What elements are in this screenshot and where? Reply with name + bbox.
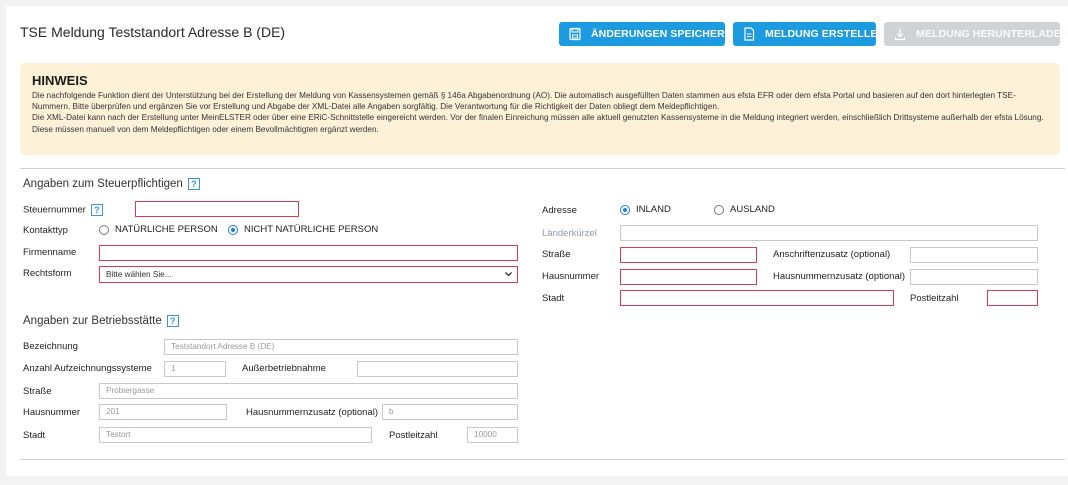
notice-title: HINWEIS [32,73,88,88]
radio-circle[interactable] [714,204,724,215]
strasse-input[interactable] [620,247,757,263]
steuernummer-label-text: Steuernummer [23,204,86,216]
site-stadt-input[interactable]: Testort [99,427,372,443]
save-changes-button[interactable]: ÄNDERUNGEN SPEICHERN [559,22,732,46]
rechtsform-selected-value: Bitte wählen Sie... [106,270,172,279]
rechtsform-label: Rechtsform [23,268,72,279]
radio-circle-selected[interactable] [228,224,238,235]
ausserbetriebnahme-input[interactable] [357,361,518,377]
ausserbetriebnahme-label: Außerbetriebnahme [242,363,326,374]
postleitzahl-label: Postleitzahl [910,293,959,304]
radio-label: AUSLAND [730,204,775,215]
taxpayer-section-label: Angaben zum Steuerpflichtigen [23,178,183,191]
site-section-label: Angaben zur Betriebsstätte [23,315,162,328]
radio-label: INLAND [636,204,671,215]
divider-top [20,168,1065,169]
notice-box: HINWEIS Die nachfolgende Funktion dient … [20,63,1060,155]
radio-label: NICHT NATÜRLICHE PERSON [244,224,379,235]
bezeichnung-label: Bezeichnung [23,341,78,352]
radio-inland[interactable]: INLAND [620,204,671,215]
steuernummer-label: Steuernummer? [23,204,103,216]
site-hausnummernzusatz-label: Hausnummernzusatz (optional) [246,407,379,418]
stadt-label: Stadt [542,293,565,304]
steuernummer-input[interactable] [135,201,299,217]
kontakttyp-label: Kontakttyp [23,225,68,236]
radio-natuerliche-person[interactable]: NATÜRLICHE PERSON [99,224,218,235]
radio-nicht-natuerliche-person[interactable]: NICHT NATÜRLICHE PERSON [228,224,378,235]
anzahl-label: Anzahl Aufzeichnungssysteme [23,363,152,374]
site-hausnummer-input[interactable]: 201 [99,404,227,420]
hausnummernzusatz-label: Hausnummernzusatz (optional) [773,271,906,282]
laenderkuerzel-input[interactable] [620,225,1038,241]
floppy-disk-icon [569,27,581,41]
adresse-label: Adresse [542,205,577,216]
save-changes-label: ÄNDERUNGEN SPEICHERN [591,28,733,40]
create-report-label: MELDUNG ERSTELLEN [765,28,886,40]
download-report-button[interactable]: MELDUNG HERUNTERLADEN [884,22,1068,46]
site-strasse-label: Straße [23,386,52,397]
site-postleitzahl-input[interactable]: 10000 [467,427,518,443]
bezeichnung-input[interactable]: Teststandort Adresse B (DE) [164,339,518,355]
site-stadt-label: Stadt [23,430,46,441]
document-icon [743,27,755,41]
divider-bottom [20,459,1065,460]
radio-circle[interactable] [99,224,109,235]
notice-paragraph-2: Die XML-Datei kann nach der Erstellung u… [32,113,1044,134]
taxpayer-section-title: Angaben zum Steuerpflichtigen? [23,178,200,190]
site-section-title: Angaben zur Betriebsstätte? [23,315,179,327]
site-postleitzahl-label: Postleitzahl [389,430,438,441]
radio-circle-selected[interactable] [620,204,630,215]
help-icon[interactable]: ? [90,204,103,216]
download-icon [894,27,906,41]
page-title: TSE Meldung Teststandort Adresse B (DE) [20,24,286,40]
laenderkuerzel-label: Länderkürzel [542,228,597,239]
site-hausnummernzusatz-input[interactable]: b [382,404,518,420]
strasse-label: Straße [542,249,571,260]
radio-ausland[interactable]: AUSLAND [714,204,775,215]
hausnummer-input[interactable] [620,269,757,285]
rechtsform-select[interactable]: Bitte wählen Sie... [99,266,518,283]
create-report-button[interactable]: MELDUNG ERSTELLEN [733,22,885,46]
anzahl-input[interactable]: 1 [164,361,226,377]
chevron-down-icon [504,267,513,287]
firmenname-input[interactable] [99,245,518,261]
anschriftenzusatz-label: Anschriftenzusatz (optional) [773,249,891,260]
firmenname-label: Firmenname [23,247,77,258]
anschriftenzusatz-input[interactable] [910,247,1038,263]
postleitzahl-input[interactable] [987,290,1038,306]
help-icon[interactable]: ? [166,315,179,327]
site-strasse-input[interactable]: Probiergasse [99,383,518,399]
radio-label: NATÜRLICHE PERSON [115,224,218,235]
page-card: TSE Meldung Teststandort Adresse B (DE) … [6,6,1068,476]
site-hausnummer-label: Hausnummer [23,407,81,418]
download-report-label: MELDUNG HERUNTERLADEN [916,28,1068,40]
notice-paragraph-1: Die nachfolgende Funktion dient der Unte… [32,91,1016,112]
hausnummernzusatz-input[interactable] [910,269,1038,285]
stadt-input[interactable] [620,290,894,306]
help-icon[interactable]: ? [187,178,200,190]
hausnummer-label: Hausnummer [542,271,600,282]
